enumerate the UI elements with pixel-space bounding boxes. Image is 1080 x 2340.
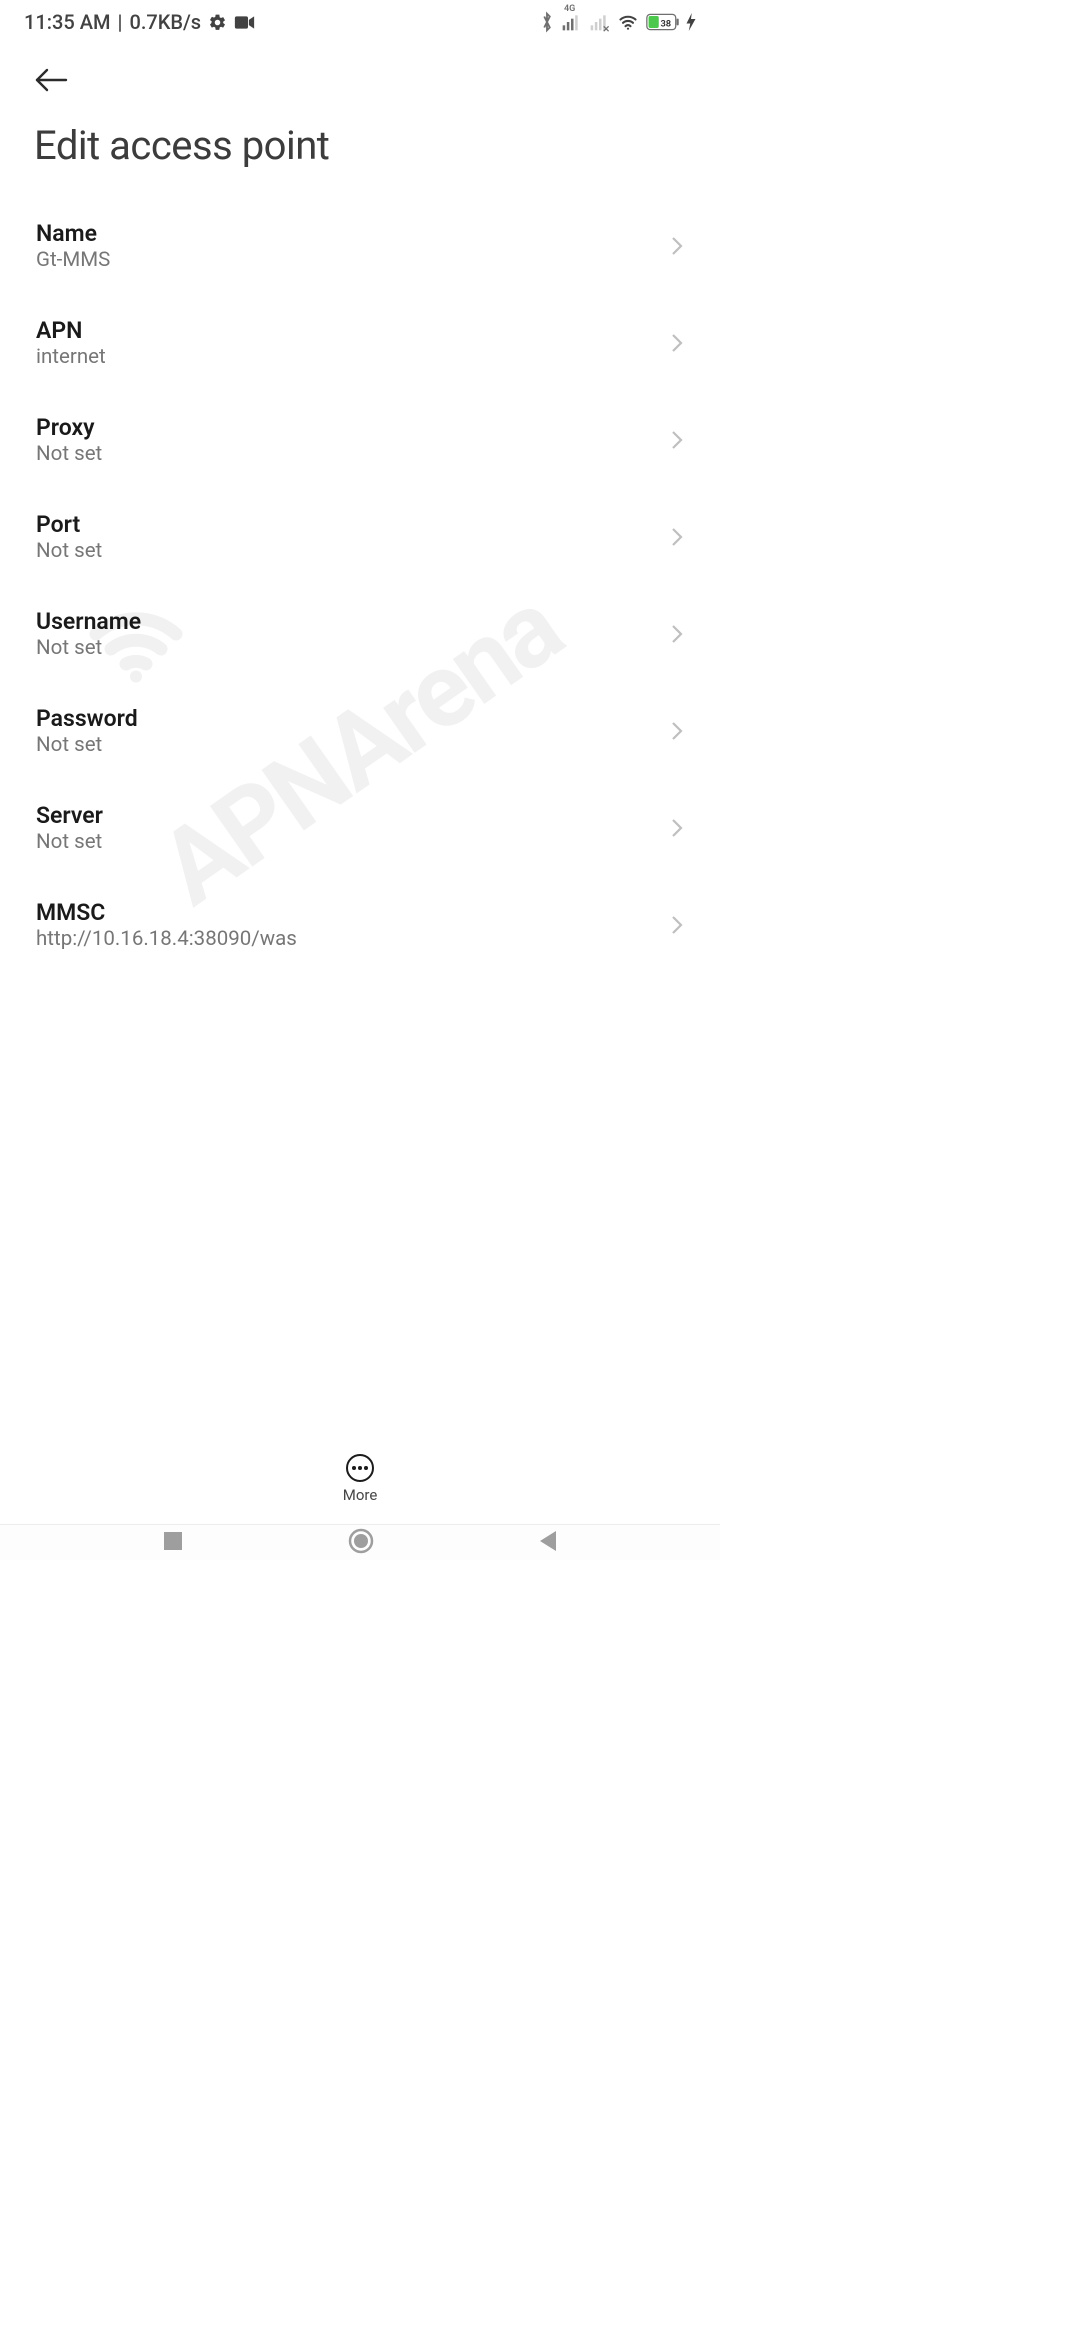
chevron-right-icon xyxy=(670,234,684,258)
setting-label: Name xyxy=(36,220,110,247)
setting-name[interactable]: Name Gt-MMS xyxy=(36,211,684,308)
setting-password[interactable]: Password Not set xyxy=(36,696,684,793)
setting-mmsc[interactable]: MMSC http://10.16.18.4:38090/was xyxy=(36,890,684,987)
status-right: 4G ✕ 38 xyxy=(540,11,696,33)
setting-value: http://10.16.18.4:38090/was xyxy=(36,927,297,951)
back-button[interactable] xyxy=(34,62,70,98)
chevron-right-icon xyxy=(670,525,684,549)
setting-value: Not set xyxy=(36,733,138,757)
chevron-right-icon xyxy=(670,816,684,840)
settings-list: Name Gt-MMS APN internet Proxy Not set P… xyxy=(0,169,720,989)
setting-value: internet xyxy=(36,345,106,369)
page-title: Edit access point xyxy=(34,122,686,169)
setting-username[interactable]: Username Not set xyxy=(36,599,684,696)
setting-label: Username xyxy=(36,608,141,635)
setting-proxy[interactable]: Proxy Not set xyxy=(36,405,684,502)
wifi-icon xyxy=(616,12,640,32)
setting-value: Not set xyxy=(36,636,141,660)
setting-label: Server xyxy=(36,802,103,829)
chevron-right-icon xyxy=(670,428,684,452)
bottom-action-bar: More xyxy=(0,1454,720,1524)
status-separator: | xyxy=(117,10,122,34)
svg-text:38: 38 xyxy=(660,18,671,29)
status-bar: 11:35 AM | 0.7KB/s 4G ✕ 38 xyxy=(0,0,720,44)
setting-server[interactable]: Server Not set xyxy=(36,793,684,890)
chevron-right-icon xyxy=(670,331,684,355)
chevron-right-icon xyxy=(670,719,684,743)
more-button[interactable]: More xyxy=(343,1454,378,1504)
signal-disabled-icon: ✕ xyxy=(588,12,610,32)
setting-value: Not set xyxy=(36,539,102,563)
nav-overview-button[interactable] xyxy=(163,1531,183,1555)
camera-icon xyxy=(234,15,255,30)
setting-label: Port xyxy=(36,511,102,538)
nav-home-button[interactable] xyxy=(348,1528,374,1558)
battery-icon: 38 xyxy=(646,13,680,31)
setting-label: APN xyxy=(36,317,106,344)
status-left: 11:35 AM | 0.7KB/s xyxy=(24,10,255,34)
system-nav-bar xyxy=(0,1524,720,1560)
more-icon xyxy=(346,1454,374,1482)
setting-apn[interactable]: APN internet xyxy=(36,308,684,405)
setting-label: Proxy xyxy=(36,414,102,441)
gear-icon xyxy=(208,13,227,32)
setting-value: Not set xyxy=(36,830,103,854)
setting-label: MMSC xyxy=(36,899,297,926)
setting-value: Not set xyxy=(36,442,102,466)
svg-text:✕: ✕ xyxy=(602,25,610,32)
setting-label: Password xyxy=(36,705,138,732)
more-label: More xyxy=(343,1486,378,1504)
chevron-right-icon xyxy=(670,913,684,937)
setting-port[interactable]: Port Not set xyxy=(36,502,684,599)
header: Edit access point xyxy=(0,44,720,169)
chevron-right-icon xyxy=(670,622,684,646)
nav-back-button[interactable] xyxy=(539,1530,557,1556)
setting-value: Gt-MMS xyxy=(36,248,110,272)
status-speed: 0.7KB/s xyxy=(129,10,201,34)
signal-4g-icon: 4G xyxy=(560,12,582,32)
bluetooth-icon xyxy=(540,11,554,33)
charging-icon xyxy=(686,13,696,31)
status-time: 11:35 AM xyxy=(24,10,110,34)
setting-mms-proxy[interactable]: MMS proxy 10.16.18.77 xyxy=(36,987,684,989)
